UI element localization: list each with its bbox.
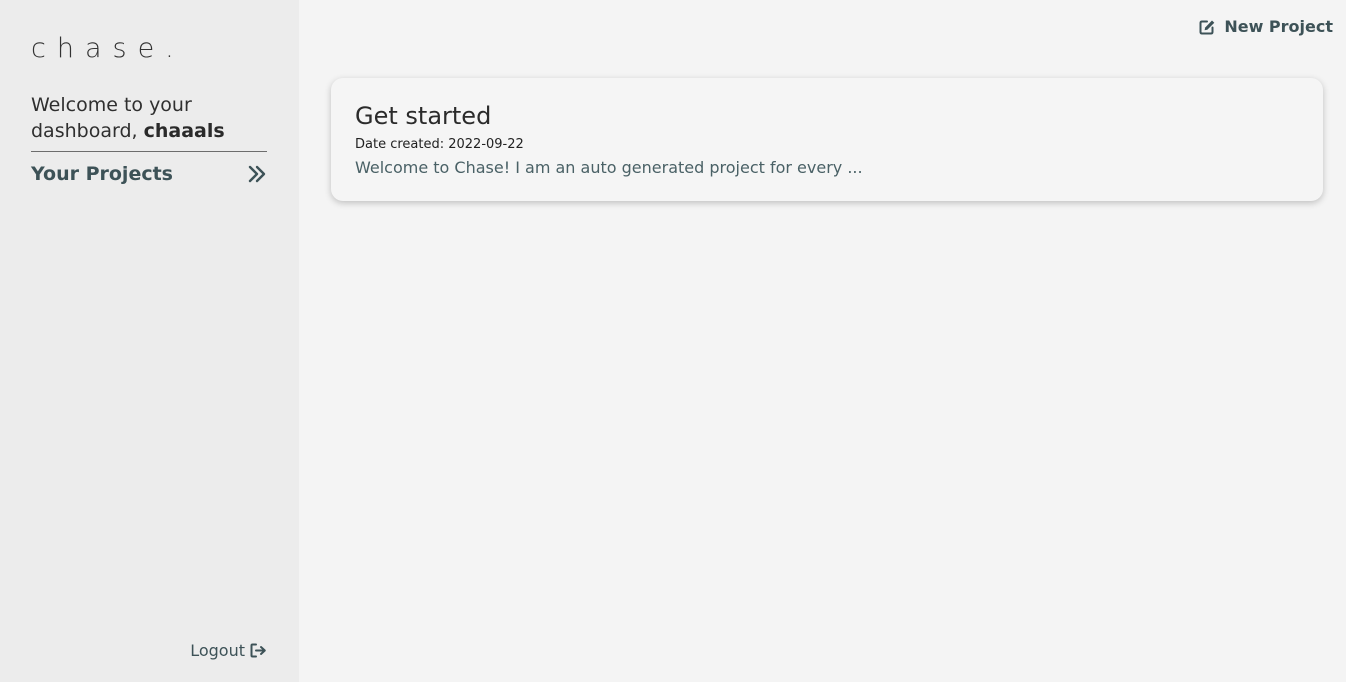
sidebar-item-your-projects[interactable]: Your Projects bbox=[31, 160, 267, 188]
project-date: Date created: 2022-09-22 bbox=[355, 137, 524, 152]
logout-label: Logout bbox=[190, 641, 245, 660]
app-logo: chase. bbox=[31, 33, 185, 64]
project-card[interactable]: Get started Date created: 2022-09-22 Wel… bbox=[331, 78, 1323, 201]
new-project-button[interactable]: New Project bbox=[1199, 17, 1333, 36]
welcome-message: Welcome to your dashboard, chaaals bbox=[31, 92, 267, 144]
username: chaaals bbox=[143, 120, 225, 142]
sidebar-item-label: Your Projects bbox=[31, 163, 173, 185]
double-chevron-right-icon bbox=[248, 165, 266, 183]
sidebar-divider bbox=[31, 151, 267, 152]
project-title: Get started bbox=[355, 102, 492, 130]
logout-button[interactable]: Logout bbox=[190, 641, 267, 660]
project-description: Welcome to Chase! I am an auto generated… bbox=[355, 158, 863, 177]
project-date-label: Date created: bbox=[355, 137, 449, 152]
sidebar: chase. Welcome to your dashboard, chaaal… bbox=[0, 0, 299, 682]
new-project-label: New Project bbox=[1224, 17, 1333, 36]
sign-out-icon bbox=[250, 643, 266, 658]
main-content: New Project Get started Date created: 20… bbox=[299, 0, 1346, 682]
app: chase. Welcome to your dashboard, chaaal… bbox=[0, 0, 1346, 682]
project-date-value: 2022-09-22 bbox=[448, 137, 524, 152]
edit-icon bbox=[1199, 20, 1215, 34]
